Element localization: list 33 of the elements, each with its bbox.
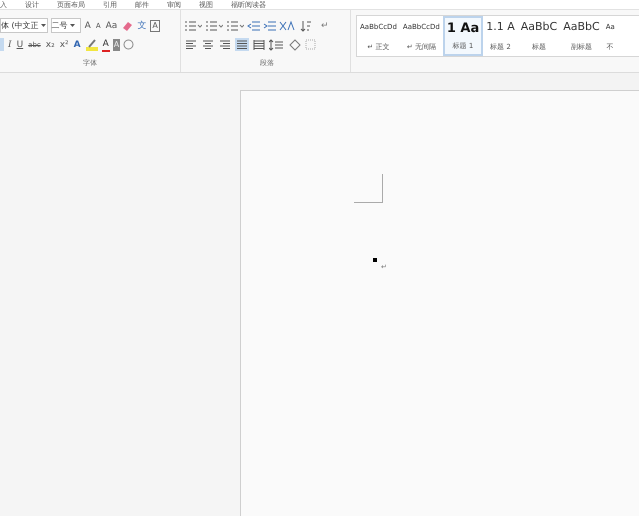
character-border-button[interactable]: A [150, 20, 160, 32]
line-spacing-icon[interactable] [269, 38, 285, 50]
highlighter-icon[interactable] [84, 38, 99, 50]
eraser-icon[interactable] [121, 20, 134, 32]
font-color-button[interactable]: A [102, 38, 110, 52]
align-icon[interactable] [184, 38, 198, 51]
grow-font-button[interactable]: A [84, 20, 92, 32]
list-icon[interactable] [184, 20, 202, 32]
font-name-combo[interactable]: 体 (中文正 [0, 18, 48, 33]
margin-corner-mark [354, 174, 384, 204]
align-icon[interactable] [201, 38, 215, 51]
subscript-button[interactable]: x₂ [44, 38, 56, 50]
phonetic-guide-button[interactable]: 文 [136, 20, 148, 32]
list-icon[interactable] [205, 20, 223, 32]
sort-icon[interactable] [300, 20, 312, 32]
decrease-indent-icon[interactable] [247, 20, 260, 32]
chinese-layout-icon[interactable] [279, 20, 297, 32]
text-cursor [373, 258, 377, 262]
list-icon[interactable] [226, 20, 244, 32]
show-marks-button[interactable]: ↵ [321, 20, 329, 30]
caret-icon [40, 24, 46, 27]
text-effect-button[interactable]: A [72, 38, 82, 50]
circle-icon[interactable] [123, 39, 134, 50]
underline-button[interactable]: U [16, 38, 24, 50]
caret-icon [70, 24, 75, 27]
align-icon[interactable] [252, 38, 266, 51]
align-icon[interactable] [218, 38, 232, 51]
change-case-button[interactable]: Aa [104, 20, 118, 32]
increase-indent-icon[interactable] [263, 20, 276, 32]
font-size-combo[interactable]: 二号 [50, 18, 81, 33]
italic-button[interactable]: I [7, 38, 13, 50]
superscript-button[interactable]: x² [58, 38, 70, 50]
align-icon[interactable] [235, 38, 249, 51]
